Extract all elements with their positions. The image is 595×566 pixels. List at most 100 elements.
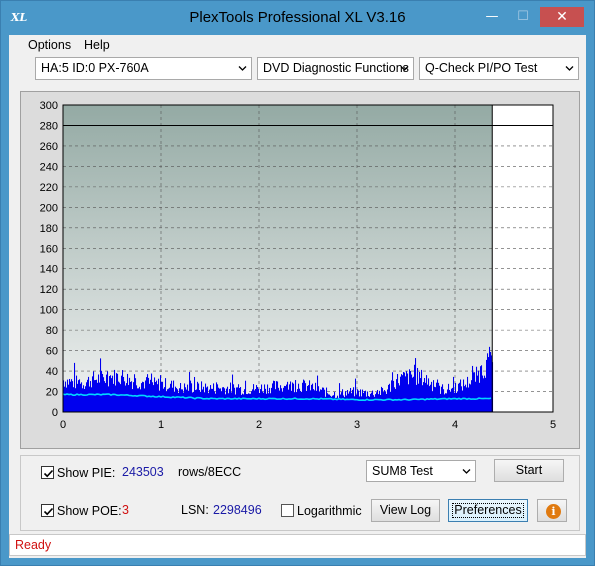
pie-bar [454,392,456,412]
pie-bar [75,388,77,412]
pie-bar [391,380,393,412]
pie-bar [115,385,117,412]
menu-help[interactable]: Help [84,38,110,52]
pie-bar [86,382,88,412]
function-select[interactable]: DVD Diagnostic Functions [257,57,414,80]
pie-bar [81,382,83,412]
sum-test-select[interactable]: SUM8 Test [366,460,476,482]
pie-bar [273,380,275,412]
pie-bar [301,391,303,412]
pie-bar [121,375,123,412]
pie-bar [205,383,207,412]
pie-bar [108,386,110,412]
chevron-down-icon [462,469,471,474]
lsn-value: 2298496 [213,503,262,517]
pie-bar [317,375,319,412]
pie-bar [227,386,229,412]
pie-bar [314,390,316,412]
pie-bar [488,357,490,412]
pie-bar [101,370,103,412]
pie-bar [195,390,197,412]
pie-bar [80,383,82,412]
logarithmic-checkbox[interactable] [281,504,294,517]
pie-bar [321,389,323,412]
pie-bar [341,392,343,412]
y-tick-label: 240 [40,161,58,173]
pie-bar [403,371,405,412]
pie-bar [64,386,66,412]
pie-bar [370,393,372,412]
close-button[interactable]: ✕ [540,7,584,27]
test-select[interactable]: Q-Check PI/PO Test [419,57,579,80]
pie-bar [274,381,276,412]
pie-bar [411,374,413,412]
pie-bar [176,388,178,412]
minimize-button[interactable]: — [479,7,505,27]
pie-bar [290,381,292,412]
chevron-down-icon [565,66,574,71]
y-tick-label: 80 [46,325,58,337]
pie-bar [91,387,93,412]
title-bar[interactable]: XL PlexTools Professional XL V3.16 — ☐ ✕ [1,1,594,35]
pie-bar [95,380,97,412]
pie-bar [134,374,136,412]
pie-bar [354,396,356,412]
maximize-button[interactable]: ☐ [510,7,536,27]
pie-bar [463,379,465,412]
pie-bar [476,366,478,412]
pie-bar [215,393,217,412]
y-tick-label: 220 [40,182,58,194]
pie-bar [214,391,216,412]
pie-bar [138,388,140,412]
pie-bar [306,390,308,412]
show-pie-checkbox[interactable] [41,466,54,479]
pie-bar [106,374,108,412]
y-tick-label: 140 [40,264,58,276]
pie-bar [246,394,248,412]
drive-select[interactable]: HA:5 ID:0 PX-760A [35,57,252,80]
pie-bar [146,377,148,412]
pie-bar [419,372,421,412]
pie-bar [400,376,402,412]
pie-bar [326,387,328,412]
pie-bar [332,395,334,412]
y-tick-label: 20 [46,387,58,399]
info-icon: i [546,504,561,519]
pie-bar [149,383,151,412]
x-tick-label: 2 [256,419,262,431]
pie-bar [404,372,406,412]
pie-bar [221,391,223,412]
pie-bar [346,395,348,412]
pie-bar [303,379,305,412]
pie-bar [337,395,339,412]
pie-bar [412,377,414,412]
pie-bar [460,379,462,412]
pie-bar [209,389,211,412]
pie-bar [396,379,398,412]
preferences-button[interactable]: Preferences [448,499,528,522]
pie-bar [348,393,350,412]
pie-bar [144,388,146,412]
pie-bar [196,389,198,412]
pie-bar [467,376,469,412]
pie-bar [262,391,264,412]
pie-bar [270,393,272,412]
pie-bar [282,391,284,412]
pie-bar [334,392,336,412]
pie-bar [322,387,324,412]
show-poe-checkbox[interactable] [41,504,54,517]
pie-bar [305,383,307,412]
pie-bar [73,387,75,412]
view-log-button[interactable]: View Log [371,499,440,522]
info-button[interactable]: i [537,499,567,522]
pie-bar [379,390,381,412]
pie-bar [319,391,321,412]
pie-bar [359,396,361,412]
pie-bar [309,380,311,412]
menu-options[interactable]: Options [28,38,71,52]
pie-bar [220,388,222,412]
y-tick-label: 40 [46,366,58,378]
start-button[interactable]: Start [494,459,564,482]
y-tick-label: 260 [40,141,58,153]
pie-bar [119,382,121,412]
